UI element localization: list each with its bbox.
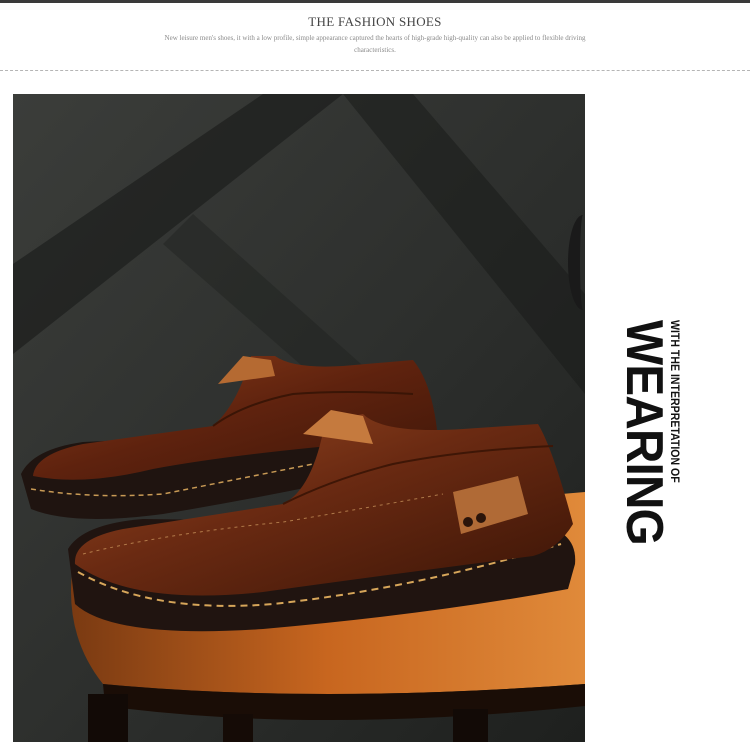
product-photo (13, 94, 585, 742)
page-header: THE FASHION SHOES New leisure men's shoe… (0, 0, 750, 74)
page-subtitle: New leisure men's shoes, it with a low p… (164, 34, 586, 54)
side-caption: WEARING WITH THE INTERPRETATION OF (615, 320, 682, 565)
decorative-arc (568, 215, 598, 310)
side-caption-big: WEARING (615, 320, 673, 545)
page-title: THE FASHION SHOES (308, 14, 442, 29)
header-divider (0, 70, 750, 71)
side-caption-small: WITH THE INTERPRETATION OF (668, 320, 682, 483)
product-photo-illustration (13, 94, 585, 742)
